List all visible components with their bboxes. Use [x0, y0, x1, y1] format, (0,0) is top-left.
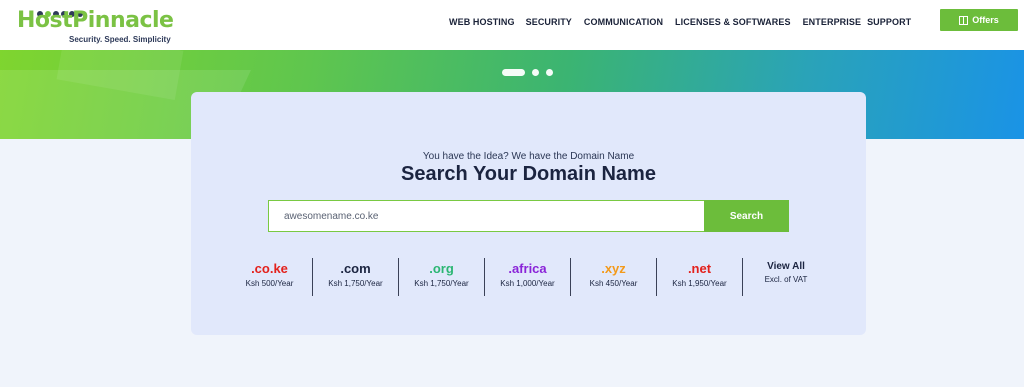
- nav-licenses-softwares[interactable]: LICENSES & SOFTWARES: [675, 17, 791, 27]
- tld-name: .com: [340, 261, 371, 276]
- site-header: HostPinnacle Security. Speed. Simplicity…: [0, 0, 1024, 50]
- logo-tagline: Security. Speed. Simplicity: [69, 35, 171, 44]
- carousel-dots: [502, 69, 553, 76]
- gift-icon: [959, 15, 969, 25]
- tld-price: Ksh 450/Year: [589, 279, 638, 288]
- carousel-dot-2[interactable]: [532, 69, 539, 76]
- tld-org[interactable]: .org Ksh 1,750/Year: [399, 258, 485, 296]
- nav-web-hosting[interactable]: WEB HOSTING: [449, 17, 515, 27]
- tld-name: .org: [429, 261, 454, 276]
- tld-co-ke[interactable]: .co.ke Ksh 500/Year: [227, 258, 313, 296]
- tld-price: Ksh 1,750/Year: [328, 279, 383, 288]
- tld-africa[interactable]: .africa Ksh 1,000/Year: [485, 258, 571, 296]
- search-button[interactable]: Search: [704, 200, 789, 232]
- tld-xyz[interactable]: .xyz Ksh 450/Year: [571, 258, 657, 296]
- tld-name: .africa: [508, 261, 547, 276]
- carousel-dot-1[interactable]: [502, 69, 525, 76]
- offers-button[interactable]: Offers: [940, 9, 1018, 31]
- tld-price: Ksh 1,000/Year: [500, 279, 555, 288]
- main-nav: WEB HOSTING SECURITY COMMUNICATION LICEN…: [449, 15, 911, 29]
- carousel-dot-3[interactable]: [546, 69, 553, 76]
- tld-price: Ksh 1,950/Year: [672, 279, 727, 288]
- nav-communication[interactable]: COMMUNICATION: [584, 17, 663, 27]
- tld-name: .net: [687, 261, 712, 276]
- nav-security[interactable]: SECURITY: [526, 17, 572, 27]
- logo-wordmark: HostPinnacle: [17, 8, 174, 33]
- domain-search-input[interactable]: [268, 200, 705, 232]
- hostpinnacle-logo[interactable]: HostPinnacle Security. Speed. Simplicity: [17, 4, 177, 46]
- search-title: Search Your Domain Name: [401, 163, 656, 185]
- tld-price: Ksh 500/Year: [245, 279, 294, 288]
- tld-net[interactable]: .net Ksh 1,950/Year: [657, 258, 743, 296]
- offers-label: Offers: [972, 15, 999, 25]
- tld-name: .xyz: [601, 261, 626, 276]
- tld-price-list: .co.ke Ksh 500/Year .com Ksh 1,750/Year …: [227, 258, 829, 296]
- view-all-label: View All: [767, 261, 805, 272]
- vat-note: Excl. of VAT: [764, 275, 808, 284]
- tld-com[interactable]: .com Ksh 1,750/Year: [313, 258, 399, 296]
- nav-support[interactable]: SUPPORT: [867, 17, 911, 27]
- tld-name: .co.ke: [251, 261, 288, 276]
- search-subtitle: You have the Idea? We have the Domain Na…: [422, 151, 635, 162]
- tld-price: Ksh 1,750/Year: [414, 279, 469, 288]
- view-all-tlds-link[interactable]: View All Excl. of VAT: [743, 258, 829, 296]
- domain-search-card: You have the Idea? We have the Domain Na…: [191, 92, 866, 335]
- nav-enterprise[interactable]: ENTERPRISE: [803, 17, 862, 27]
